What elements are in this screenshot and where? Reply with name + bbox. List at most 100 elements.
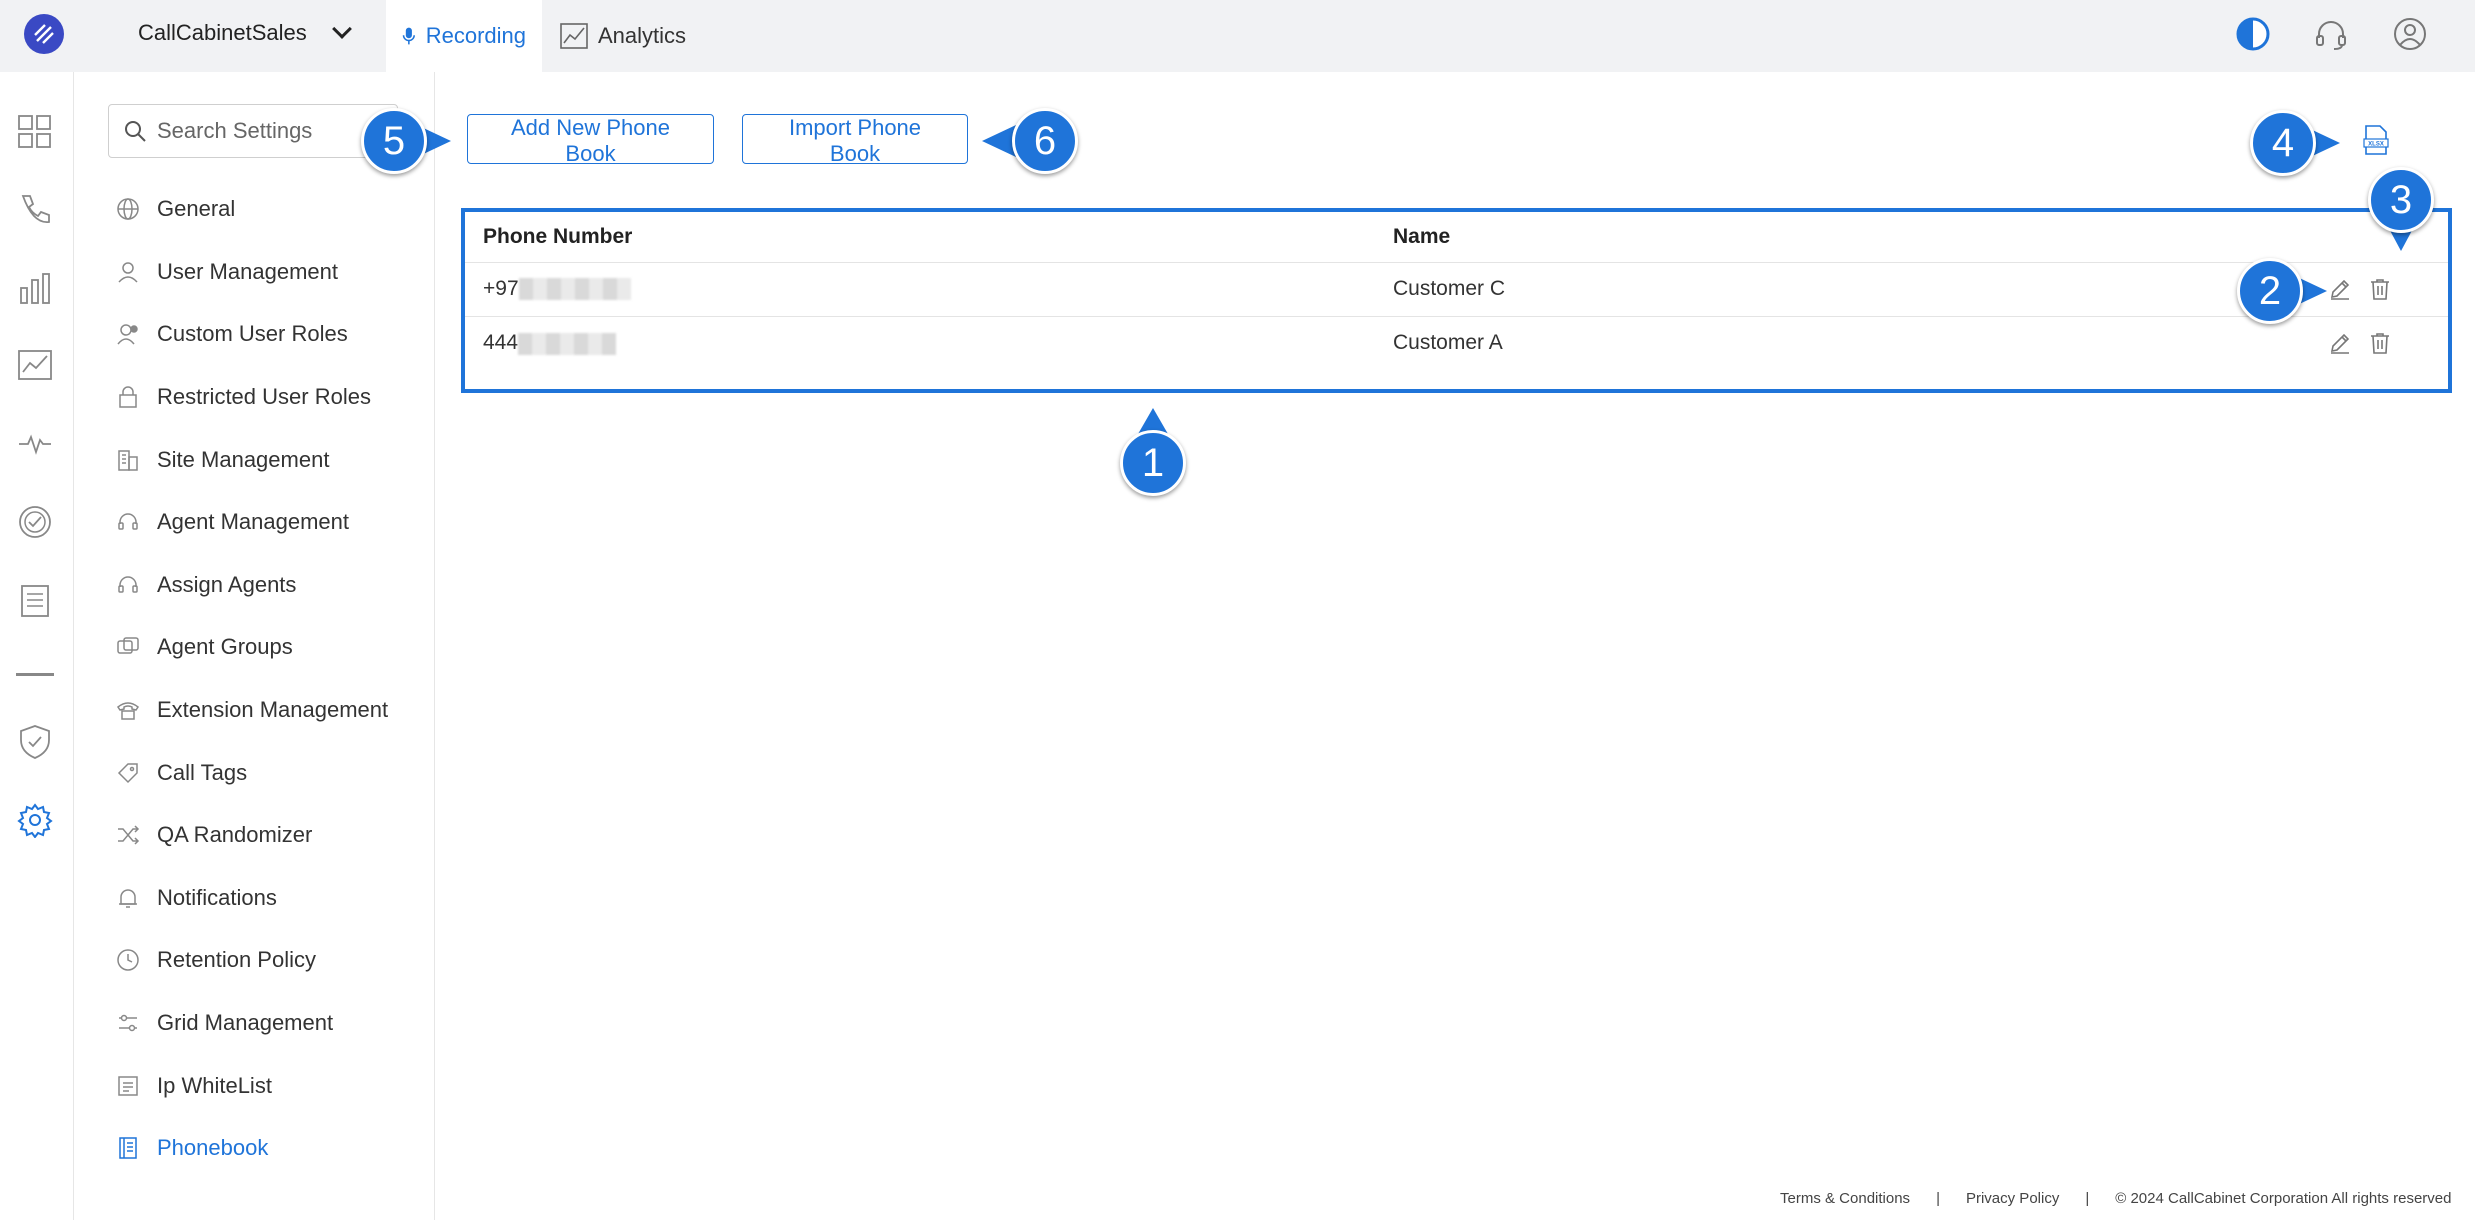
dashboard-grid-icon[interactable]: [17, 114, 53, 150]
pulse-icon[interactable]: [17, 426, 53, 462]
list-icon: [115, 1073, 141, 1099]
phone-number-prefix: 444: [483, 331, 519, 355]
sliders-icon: [115, 1010, 141, 1036]
tab-recording[interactable]: Recording: [386, 0, 542, 72]
settings-menu-item-user-management[interactable]: User Management: [115, 241, 435, 304]
svg-text:XLSX: XLSX: [2368, 142, 2384, 148]
settings-menu-label: Agent Management: [157, 509, 350, 535]
phone-number-cell: +97: [465, 262, 1393, 317]
callout-number: 6: [1012, 108, 1078, 174]
settings-menu-item-retention-policy[interactable]: Retention Policy: [115, 929, 435, 992]
check-circle-icon[interactable]: [17, 504, 53, 540]
callout-number: 2: [2237, 258, 2303, 324]
column-header-phone-number[interactable]: Phone Number: [465, 212, 1393, 263]
settings-menu-label: Assign Agents: [157, 571, 297, 597]
org-selector[interactable]: CallCabinetSales: [138, 19, 352, 46]
globe-icon: [115, 196, 141, 222]
app-logo-icon[interactable]: [24, 14, 64, 54]
footer-separator: |: [1936, 1190, 1940, 1207]
delete-trash-icon[interactable]: [2368, 331, 2392, 355]
tab-analytics[interactable]: Analytics: [544, 0, 702, 72]
settings-menu-label: Custom User Roles: [157, 321, 348, 347]
edit-pencil-icon[interactable]: [2328, 331, 2352, 355]
settings-menu-item-qa-randomizer[interactable]: QA Randomizer: [115, 804, 435, 867]
settings-menu-item-general[interactable]: General: [115, 178, 435, 241]
settings-sidebar: General User Management Custom User Roles R…: [75, 72, 435, 1220]
edit-pencil-icon[interactable]: [2328, 277, 2352, 301]
phonebook-table: Phone Number Name +97 Customer C 444 Custom…: [461, 208, 2452, 393]
callout-number: 1: [1120, 430, 1186, 496]
callout-marker-1: 1: [1120, 408, 1186, 496]
callout-marker-2: 2: [2237, 258, 2327, 324]
phone-calls-icon[interactable]: [17, 192, 53, 228]
trend-chart-icon[interactable]: [17, 348, 53, 384]
callout-marker-4: 4: [2250, 110, 2340, 176]
settings-menu-label: General: [157, 196, 236, 222]
settings-gear-icon[interactable]: [17, 802, 53, 838]
building-icon: [115, 447, 141, 473]
settings-menu-item-notifications[interactable]: Notifications: [115, 867, 435, 930]
redacted-phone-digits: [518, 278, 631, 301]
privacy-link[interactable]: Privacy Policy: [1966, 1190, 2059, 1207]
settings-menu-label: Ip WhiteList: [157, 1072, 272, 1098]
table-header-row: Phone Number Name: [465, 212, 2448, 263]
settings-menu-item-grid-management[interactable]: Grid Management: [115, 992, 435, 1055]
settings-menu-item-extension-management[interactable]: Extension Management: [115, 679, 435, 742]
settings-menu-label: Agent Groups: [157, 634, 293, 660]
delete-trash-icon[interactable]: [2368, 277, 2392, 301]
bell-icon: [115, 885, 141, 911]
settings-menu-label: User Management: [157, 258, 338, 284]
settings-menu: General User Management Custom User Roles R…: [115, 178, 435, 1180]
left-nav-rail: [0, 72, 74, 1220]
add-new-phone-book-button[interactable]: Add New Phone Book: [467, 114, 714, 166]
name-cell: Customer A: [1393, 331, 1503, 355]
settings-menu-label: Extension Management: [157, 697, 389, 723]
search-settings-input[interactable]: [157, 118, 357, 144]
settings-menu-item-agent-groups[interactable]: Agent Groups: [115, 616, 435, 679]
row-actions: [2328, 331, 2448, 355]
table-row[interactable]: +97 Customer C: [465, 262, 2448, 317]
search-settings[interactable]: [108, 104, 398, 158]
settings-menu-item-site-management[interactable]: Site Management: [115, 428, 435, 491]
table-row[interactable]: 444 Customer A: [465, 316, 2448, 370]
tab-analytics-label: Analytics: [598, 23, 687, 48]
user-role-icon: [115, 321, 141, 347]
settings-menu-item-custom-user-roles[interactable]: Custom User Roles: [115, 303, 435, 366]
callout-marker-3: 3: [2368, 167, 2434, 251]
search-icon: [125, 121, 146, 142]
lock-icon: [115, 384, 141, 410]
settings-menu-label: Retention Policy: [157, 947, 316, 973]
settings-menu-item-phonebook[interactable]: Phonebook: [115, 1117, 435, 1180]
bar-chart-icon[interactable]: [17, 270, 53, 306]
column-header-name[interactable]: Name: [1393, 212, 2328, 263]
row-actions: [2328, 277, 2448, 301]
import-phone-book-button[interactable]: Import Phone Book: [742, 114, 968, 166]
user-icon: [115, 259, 141, 285]
terms-link[interactable]: Terms & Conditions: [1780, 1190, 1910, 1207]
shield-check-icon[interactable]: [17, 724, 53, 760]
settings-menu-item-agent-management[interactable]: Agent Management: [115, 491, 435, 554]
headset-support-icon[interactable]: [2313, 16, 2349, 52]
settings-menu-label: Site Management: [157, 446, 330, 472]
callout-number: 5: [361, 108, 427, 174]
copyright-text: © 2024 CallCabinet Corporation All right…: [2115, 1190, 2452, 1207]
clipboard-icon[interactable]: [17, 582, 53, 618]
settings-menu-label: Grid Management: [157, 1010, 334, 1036]
settings-menu-label: Notifications: [157, 884, 277, 910]
xlsx-export-icon[interactable]: XLSX: [2360, 124, 2392, 156]
user-profile-icon[interactable]: [2392, 16, 2428, 52]
headset-icon: [115, 572, 141, 598]
settings-menu-item-assign-agents[interactable]: Assign Agents: [115, 554, 435, 617]
tab-recording-label: Recording: [425, 23, 526, 48]
footer: Terms & Conditions | Privacy Policy | © …: [1780, 1190, 2451, 1207]
settings-menu-item-call-tags[interactable]: Call Tags: [115, 741, 435, 804]
settings-menu-item-restricted-user-roles[interactable]: Restricted User Roles: [115, 366, 435, 429]
settings-menu-item-ip-whitelist[interactable]: Ip WhiteList: [115, 1054, 435, 1117]
shuffle-icon: [115, 822, 141, 848]
top-bar: CallCabinetSales Recording Analytics: [0, 0, 2475, 72]
contrast-toggle-icon[interactable]: [2235, 16, 2271, 52]
callout-marker-6: 6: [982, 108, 1078, 174]
headset-icon: [115, 509, 141, 535]
org-name: CallCabinetSales: [138, 20, 307, 45]
callout-number: 4: [2250, 110, 2316, 176]
